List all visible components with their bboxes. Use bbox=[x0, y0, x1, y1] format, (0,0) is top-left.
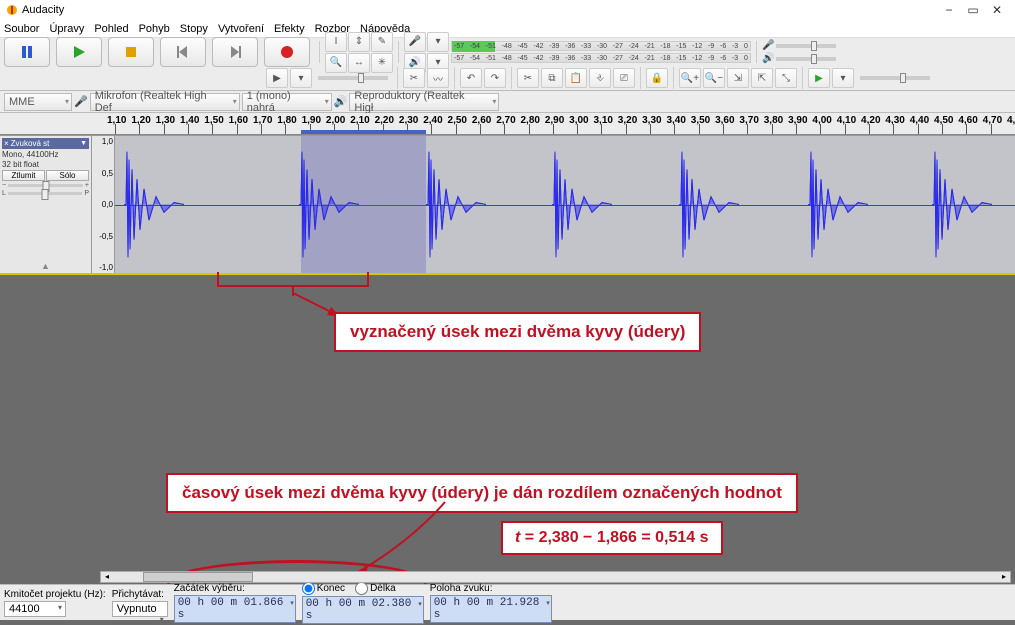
silence-sel-icon[interactable]: ⎚ bbox=[613, 68, 635, 88]
multi-tool-icon[interactable]: ✳ bbox=[371, 53, 393, 73]
record-button[interactable] bbox=[264, 37, 310, 67]
redo-icon[interactable]: ↷ bbox=[484, 68, 506, 88]
menu-bar: Soubor Úpravy Pohled Pohyb Stopy Vytvoře… bbox=[0, 20, 1015, 38]
annotation-formula: t = 2,380 − 1,866 = 0,514 s bbox=[501, 521, 723, 555]
rec-volume-slider[interactable] bbox=[776, 44, 836, 48]
track-depth: 32 bit float bbox=[2, 160, 89, 169]
zoom-in-icon[interactable]: 🔍+ bbox=[679, 68, 701, 88]
project-rate-combo[interactable]: 44100 bbox=[4, 601, 66, 617]
collapse-icon[interactable]: ▲ bbox=[2, 261, 89, 271]
paste-icon[interactable]: 📋 bbox=[565, 68, 587, 88]
track-area: Zvuková st Mono, 44100Hz 32 bit float Zt… bbox=[0, 135, 1015, 275]
track-control-panel[interactable]: Zvuková st Mono, 44100Hz 32 bit float Zt… bbox=[0, 136, 92, 273]
menu-item[interactable]: Úpravy bbox=[49, 23, 84, 35]
speaker-icon: 🔊 bbox=[334, 95, 348, 108]
fit-project-icon[interactable]: ⇱ bbox=[751, 68, 773, 88]
draw-tool-icon[interactable]: ✎ bbox=[371, 32, 393, 52]
audio-host-combo[interactable]: MME bbox=[4, 93, 72, 111]
menu-item[interactable]: Pohyb bbox=[139, 23, 170, 35]
maximize-button[interactable]: ▭ bbox=[961, 3, 985, 17]
zoom-out-icon[interactable]: 🔍− bbox=[703, 68, 725, 88]
sel-end-value[interactable]: 00 h 00 m 02.380 s bbox=[302, 596, 424, 624]
silence-icon[interactable]: 〰 bbox=[427, 68, 449, 88]
formula-rest: = 2,380 − 1,866 = 0,514 s bbox=[520, 529, 708, 546]
playback-meter[interactable]: -57-54-51-48-45-42-39-36-33-30-27-24-21-… bbox=[451, 53, 751, 63]
waveform-pulse bbox=[299, 142, 359, 267]
snap-label: Přichytávat: bbox=[112, 589, 168, 600]
pause-button[interactable] bbox=[4, 37, 50, 67]
close-button[interactable]: ✕ bbox=[985, 3, 1009, 17]
spk-vol-icon: 🔊 bbox=[762, 53, 774, 64]
waveform-canvas[interactable]: 1,00,50,0-0,5-1,0 bbox=[92, 136, 1015, 273]
undo-icon[interactable]: ↶ bbox=[460, 68, 482, 88]
zoom-toggle-icon[interactable]: ⤡ bbox=[775, 68, 797, 88]
solo-button[interactable]: Sólo bbox=[46, 170, 89, 181]
play-volume-slider[interactable] bbox=[776, 57, 836, 61]
snap-combo[interactable]: Vypnuto bbox=[112, 601, 168, 617]
device-toolbar: MME 🎤 Mikrofon (Realtek High Def 1 (mono… bbox=[0, 91, 1015, 113]
audio-pos-value[interactable]: 00 h 00 m 21.928 s bbox=[430, 595, 552, 623]
amplitude-ruler: 1,00,50,0-0,5-1,0 bbox=[92, 136, 115, 273]
track-title[interactable]: Zvuková st bbox=[2, 138, 89, 149]
waveform-pulse bbox=[552, 142, 612, 267]
minimize-button[interactable]: − bbox=[937, 3, 961, 17]
recording-device-combo[interactable]: Mikrofon (Realtek High Def bbox=[90, 93, 240, 111]
waveform-pulse bbox=[808, 142, 868, 267]
sync-lock-icon[interactable]: 🔒 bbox=[646, 68, 668, 88]
title-bar: Audacity − ▭ ✕ bbox=[0, 0, 1015, 20]
selection-tool-icon[interactable]: I bbox=[325, 32, 347, 52]
fit-sel-icon[interactable]: ⇲ bbox=[727, 68, 749, 88]
copy-icon[interactable]: ⧉ bbox=[541, 68, 563, 88]
playback-device-combo[interactable]: Reproduktory (Realtek Higł bbox=[349, 93, 499, 111]
annotation-time-diff: časový úsek mezi dvěma kyvy (údery) je d… bbox=[166, 473, 798, 513]
gain-slider[interactable]: −+ bbox=[2, 182, 89, 189]
menu-item[interactable]: Efekty bbox=[274, 23, 305, 35]
play-button[interactable] bbox=[56, 37, 102, 67]
app-logo-icon bbox=[6, 4, 18, 16]
sel-start-value[interactable]: 00 h 00 m 01.866 s bbox=[174, 595, 296, 623]
waveform-pulse bbox=[426, 142, 486, 267]
envelope-tool-icon[interactable]: ⇕ bbox=[348, 32, 370, 52]
play-at-speed-drop-icon[interactable]: ▾ bbox=[832, 68, 854, 88]
waveform-pulse bbox=[932, 142, 992, 267]
mute-button[interactable]: Ztlumit bbox=[2, 170, 45, 181]
timeshift-tool-icon[interactable]: ↔ bbox=[348, 53, 370, 73]
skip-end-button[interactable] bbox=[212, 37, 258, 67]
menu-item[interactable]: Pohled bbox=[94, 23, 128, 35]
cut-icon[interactable]: ✂ bbox=[517, 68, 539, 88]
trim-silence-icon[interactable]: ✂ bbox=[403, 68, 425, 88]
project-rate-label: Kmitočet projektu (Hz): bbox=[4, 589, 106, 600]
stop-button[interactable] bbox=[108, 37, 154, 67]
mic-icon: 🎤 bbox=[74, 95, 88, 108]
play-speed-button[interactable]: ▶ bbox=[266, 68, 288, 88]
speed-slider-2[interactable] bbox=[860, 76, 930, 80]
meter-rec-drop-icon[interactable]: ▾ bbox=[427, 32, 449, 52]
meter-rec-icon[interactable]: 🎤 bbox=[404, 32, 426, 52]
app-title: Audacity bbox=[22, 4, 64, 16]
annotation-selection: vyznačený úsek mezi dvěma kyvy (údery) bbox=[334, 312, 701, 352]
trim-icon[interactable]: ⎀ bbox=[589, 68, 611, 88]
mic-vol-icon: 🎤 bbox=[762, 40, 774, 51]
recording-channels-combo[interactable]: 1 (mono) nahrá bbox=[242, 93, 332, 111]
waveform-pulse bbox=[124, 142, 184, 267]
speed-slider[interactable] bbox=[318, 76, 388, 80]
skip-start-button[interactable] bbox=[160, 37, 206, 67]
recording-meter[interactable]: -57-54-51-48-45-42-39-36-33-30-27-24-21-… bbox=[451, 41, 751, 51]
menu-item[interactable]: Vytvoření bbox=[218, 23, 264, 35]
play-speed-drop-icon[interactable]: ▾ bbox=[290, 68, 312, 88]
waveform-pulse bbox=[679, 142, 739, 267]
horizontal-scrollbar[interactable]: ◂ ▸ bbox=[100, 571, 1011, 583]
timeline-ruler[interactable]: 1,101,201,301,401,501,601,701,801,902,00… bbox=[0, 113, 1015, 135]
pan-slider[interactable]: LP bbox=[2, 190, 89, 197]
menu-item[interactable]: Soubor bbox=[4, 23, 39, 35]
play-at-speed-icon[interactable]: ▶ bbox=[808, 68, 830, 88]
track-format: Mono, 44100Hz bbox=[2, 150, 89, 159]
zoom-tool-icon[interactable]: 🔍 bbox=[325, 53, 347, 73]
selection-toolbar: ◂ ▸ Kmitočet projektu (Hz): 44100 Přichy… bbox=[0, 584, 1015, 620]
toolbar-area: I ⇕ ✎ 🔍 ↔ ✳ 🎤▾ 🔊▾ -57-54-51-48-45-42-39-… bbox=[0, 38, 1015, 91]
menu-item[interactable]: Stopy bbox=[180, 23, 208, 35]
